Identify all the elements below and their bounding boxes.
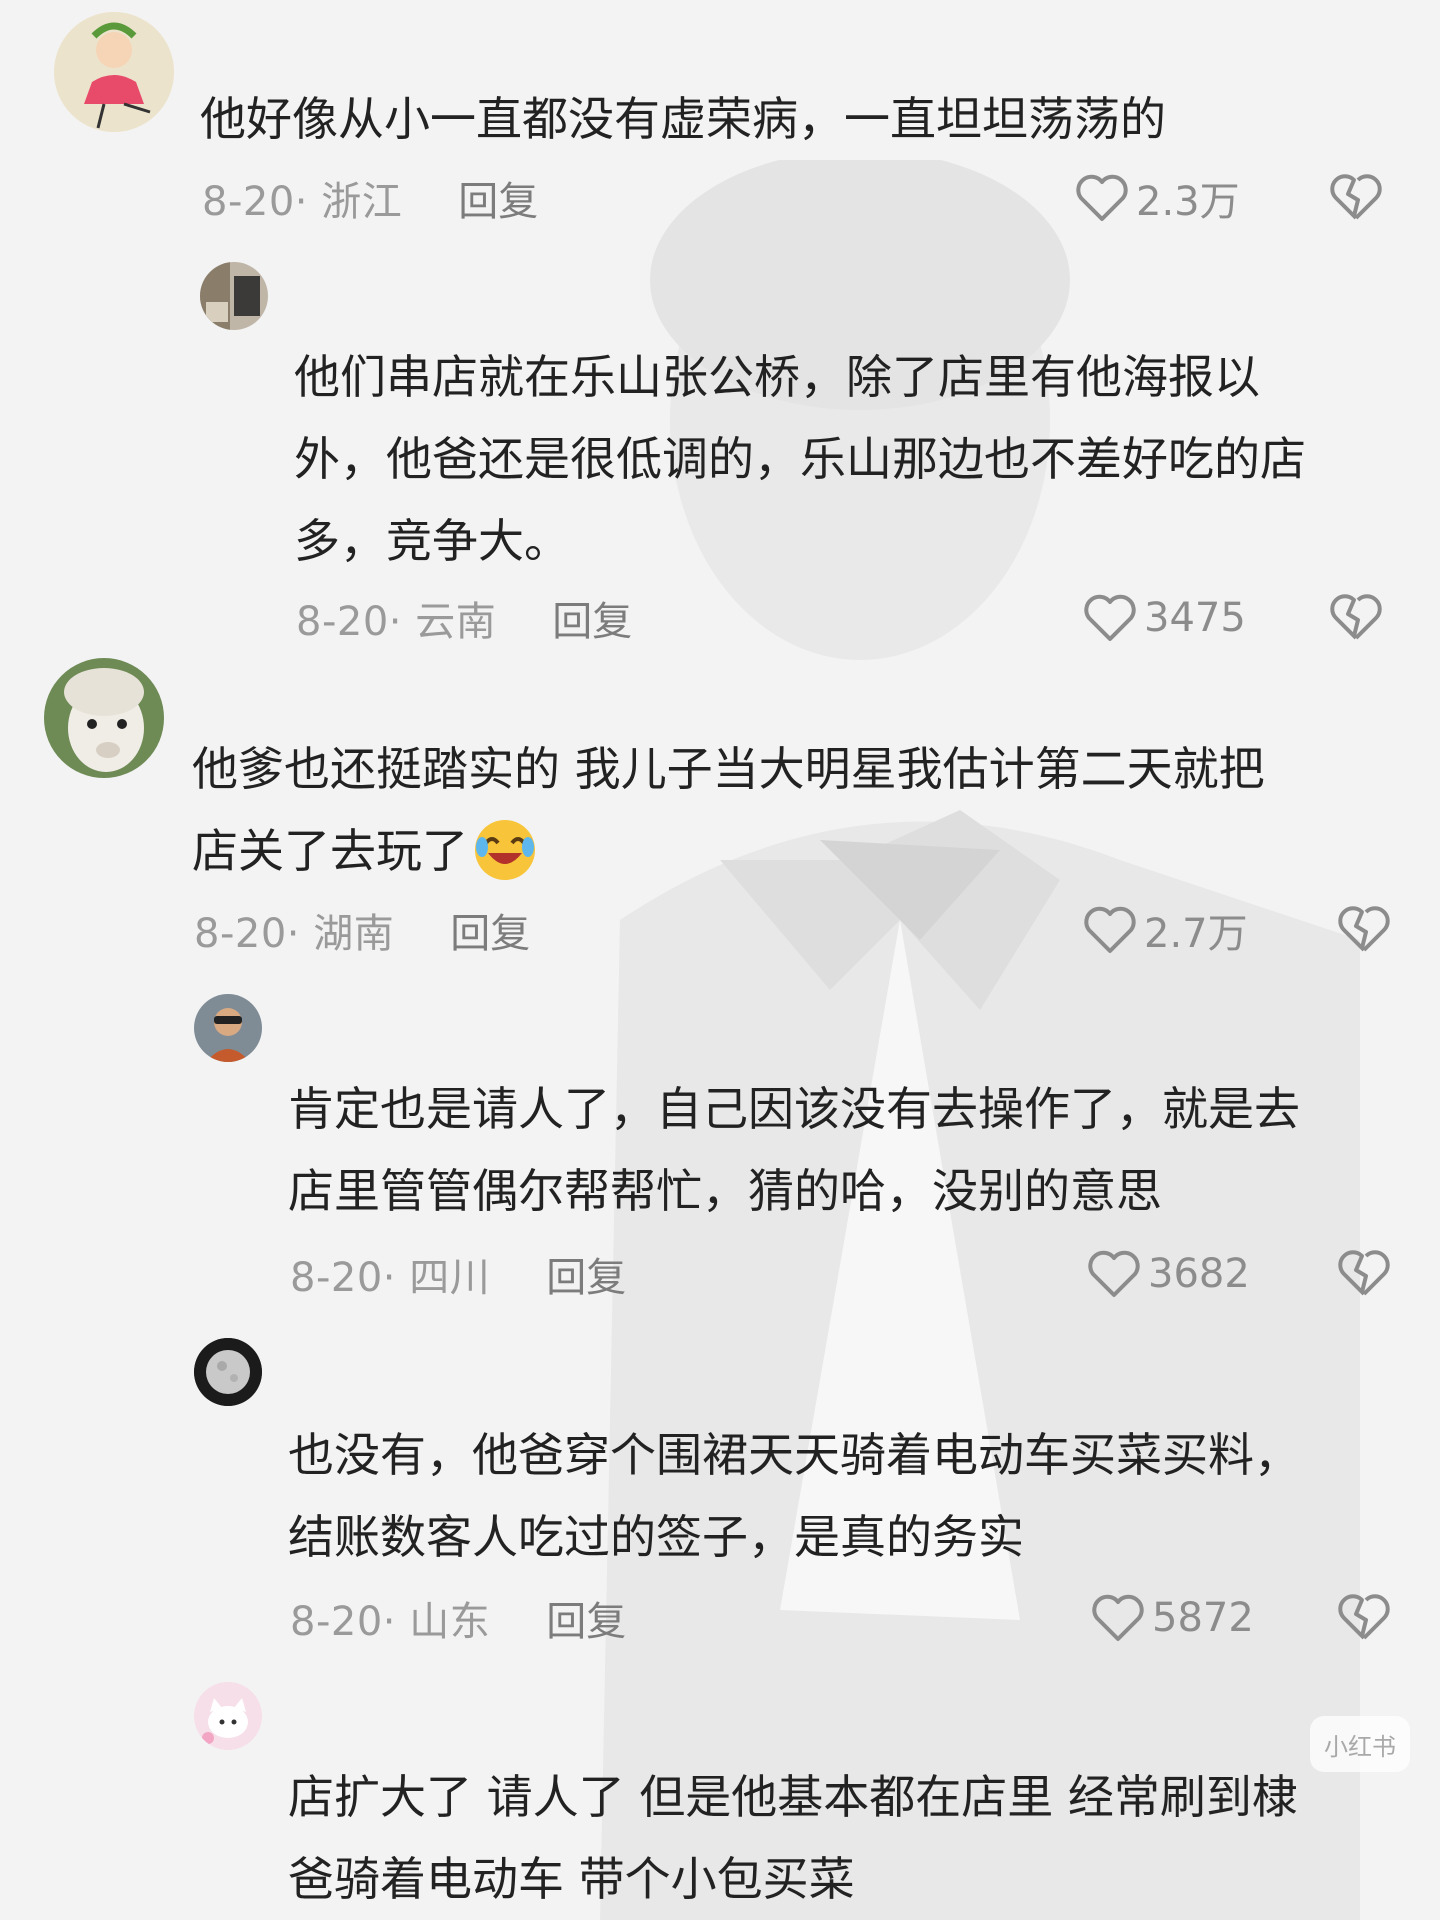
like-button[interactable]: 3682 [1086,1244,1250,1304]
like-button[interactable]: 2.3万 [1074,168,1240,228]
comment-text: 店扩大了 请人了 但是他基本都在店里 经常刷到棣 爸骑着电动车 带个小包买菜 [288,1770,1298,1906]
comment-text: 他爹也还挺踏实的 我儿子当大明星我估计第二天就把 店关了去玩了 [192,728,1265,892]
comment-date-location: 8-20· 山东 [290,1599,491,1645]
moon-avatar[interactable] [194,1338,262,1406]
like-button[interactable]: 5872 [1090,1588,1254,1648]
like-count: 3475 [1144,595,1246,641]
reply-button[interactable]: 回复 [458,169,538,227]
like-button[interactable]: 2.7万 [1082,900,1248,960]
comment-date-location: 8-20· 四川 [290,1255,491,1301]
broken-heart-icon[interactable] [1330,590,1382,644]
like-button[interactable]: 3475 [1082,588,1246,648]
like-count: 3682 [1148,1251,1250,1297]
broken-heart-icon[interactable] [1338,902,1390,956]
reply-button[interactable]: 回复 [546,1245,626,1303]
comment-date-location: 8-20· 浙江 [202,179,403,225]
broken-heart-icon[interactable] [1338,1246,1390,1300]
comment-date-location: 8-20· 云南 [296,599,497,645]
like-count: 2.7万 [1144,911,1248,957]
comment-meta: 8-20· 山东 回复 [290,1588,626,1648]
person-photo-avatar[interactable] [194,994,262,1062]
comment-meta: 8-20· 湖南 回复 [194,900,530,960]
heart-outline-icon [1084,594,1136,641]
broken-heart-icon[interactable] [1338,1590,1390,1644]
comment-meta: 8-20· 浙江 回复 [202,168,538,228]
cartoon-cat-avatar[interactable] [194,1682,262,1750]
comment-meta: 8-20· 云南 回复 [296,588,632,648]
broken-heart-icon[interactable] [1330,170,1382,224]
comment-meta: 8-20· 四川 回复 [290,1244,626,1304]
comment-text: 肯定也是请人了，自己因该没有去操作了，就是去 店里管管偶尔帮帮忙，猜的哈，没别的… [288,1082,1300,1218]
heart-outline-icon [1076,174,1128,221]
room-photo-avatar[interactable] [200,262,268,330]
comment-text: 他好像从小一直都没有虚荣病，一直坦坦荡荡的 [200,92,1166,146]
xiaohongshu-watermark: 小红书 [1310,1716,1410,1772]
girl-dancer-avatar[interactable] [54,12,174,132]
reply-button[interactable]: 回复 [546,1589,626,1647]
like-count: 5872 [1152,1595,1254,1641]
alpaca-avatar[interactable] [44,658,164,778]
comment-text: 他们串店就在乐山张公桥，除了店里有他海报以 外，他爸还是很低调的，乐山那边也不差… [294,350,1306,568]
laughing-crying-emoji [475,819,535,880]
like-count: 2.3万 [1136,179,1240,225]
heart-outline-icon [1084,906,1136,953]
reply-button[interactable]: 回复 [450,901,530,959]
comment-date-location: 8-20· 湖南 [194,911,395,957]
heart-outline-icon [1092,1594,1144,1641]
heart-outline-icon [1088,1250,1140,1297]
reply-button[interactable]: 回复 [552,589,632,647]
comment-text: 也没有，他爸穿个围裙天天骑着电动车买菜买料， 结账数客人吃过的签子，是真的务实 [288,1428,1300,1564]
